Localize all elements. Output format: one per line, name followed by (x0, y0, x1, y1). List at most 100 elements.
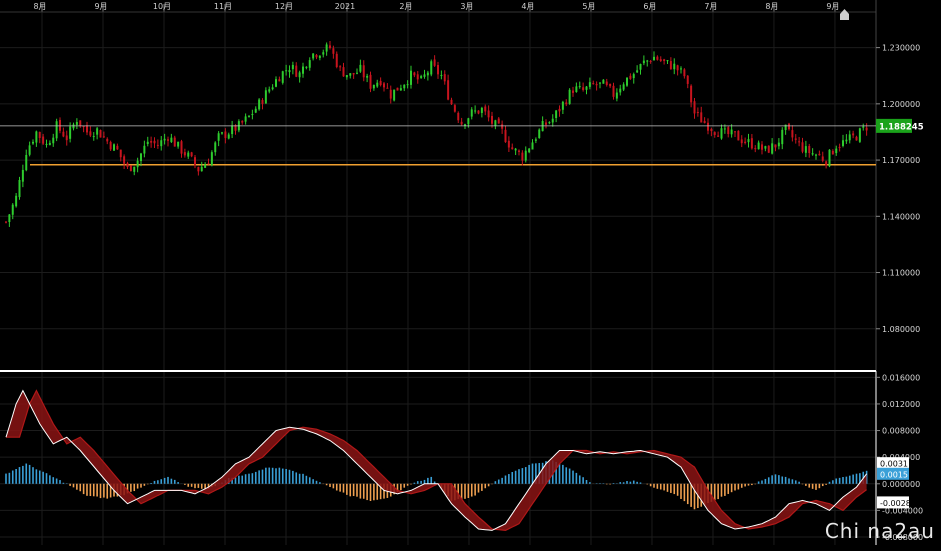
candle-body (52, 137, 55, 144)
candle-body (302, 66, 304, 74)
candle-body (383, 83, 385, 88)
value-badge-label: 0.0015 (880, 470, 908, 479)
candle-body (747, 139, 750, 143)
candle-body (852, 133, 855, 136)
y-tick-label: 1.110000 (882, 269, 920, 278)
candle-body (804, 146, 807, 153)
candle-body (453, 105, 456, 112)
candle-body (595, 84, 598, 86)
macd-tick-label: 0.008000 (882, 427, 920, 436)
candle-body (636, 70, 639, 73)
candle-body (275, 79, 277, 87)
candle-body (150, 141, 153, 143)
candle-body (359, 64, 362, 72)
candle-body (727, 127, 730, 135)
candle-body (433, 59, 436, 66)
candle-body (612, 85, 615, 97)
candle-body (680, 68, 682, 70)
candle-body (673, 63, 676, 70)
candle-body (349, 73, 352, 76)
candle-body (420, 76, 423, 78)
candle-body (342, 67, 345, 77)
candle-body (187, 152, 190, 157)
candle-body (578, 86, 581, 88)
scroll-marker[interactable] (840, 9, 849, 20)
candle-body (241, 120, 244, 123)
candle-body (666, 60, 669, 62)
candle-body (416, 74, 419, 80)
candle-body (231, 125, 234, 135)
candle-body (480, 107, 483, 113)
candle-body (129, 165, 132, 172)
candle-body (494, 120, 497, 126)
candle-body (389, 89, 392, 99)
candle-body (865, 127, 868, 131)
forex-chart[interactable]: 8月 9月 10月 11月 12月 2021 2月 3月 4月 5月 6月 7月 8月 9月 1.2300… (0, 0, 941, 547)
candle-body (605, 81, 608, 85)
candle-body (750, 138, 753, 149)
x-tick-label: 7月 (704, 2, 717, 11)
candle-body (258, 99, 261, 110)
candle-body (474, 110, 477, 112)
candle-body (21, 169, 24, 182)
candle-body (180, 141, 183, 154)
x-tick-label: 10月 (153, 2, 171, 11)
candle-body (55, 121, 58, 139)
candle-body (190, 152, 193, 157)
candle-body (369, 74, 372, 89)
candle-body (399, 88, 402, 91)
candle-body (632, 74, 635, 79)
x-tick-label: 6月 (643, 2, 656, 11)
scroll-marker-icon[interactable] (840, 9, 849, 20)
candle-body (393, 89, 396, 101)
candle-body (649, 61, 652, 63)
candle-body (113, 144, 115, 151)
candle-body (96, 128, 99, 135)
candle-body (831, 150, 834, 155)
chart-svg[interactable]: 8月 9月 10月 11月 12月 2021 2月 3月 4月 5月 6月 7月 8月 9月 1.2300… (0, 0, 941, 547)
macd-tick-label: 0.012000 (882, 400, 920, 409)
candle-body (426, 72, 429, 76)
candle-body (372, 84, 375, 89)
value-badge-label: -0.0028 (880, 499, 911, 508)
candle-body (771, 143, 774, 154)
candle-body (845, 139, 848, 142)
candle-body (639, 63, 642, 70)
candle-body (116, 145, 119, 150)
y-tick-label: 1.200000 (882, 100, 920, 109)
candle-body (821, 156, 824, 161)
candle-body (136, 160, 139, 168)
candle-body (848, 134, 851, 141)
candle-body (757, 142, 760, 150)
candle-body (65, 135, 68, 141)
candle-body (656, 56, 659, 60)
candle-body (693, 101, 696, 114)
candle-body (305, 66, 308, 68)
candle-body (271, 87, 274, 90)
candle-body (855, 136, 858, 141)
candle-body (801, 142, 804, 152)
value-badge-label: 0.0031 (880, 460, 908, 469)
candle-body (558, 108, 561, 112)
candle-body (511, 147, 514, 150)
candle-body (69, 126, 72, 139)
candle-body (315, 54, 318, 58)
candle-body (484, 106, 487, 112)
candle-body (534, 139, 537, 141)
candle-body (565, 102, 568, 105)
candle-body (582, 87, 585, 90)
candle-body (555, 110, 558, 119)
candle-body (79, 120, 82, 126)
candle-body (575, 86, 578, 93)
candle-body (663, 59, 666, 61)
candle-body (133, 166, 136, 172)
candle-body (278, 79, 281, 82)
candle-body (25, 154, 28, 171)
candle-body (828, 149, 831, 167)
candle-body (599, 82, 601, 84)
candle-body (207, 163, 210, 165)
candle-body (642, 60, 645, 64)
candle-body (254, 108, 257, 113)
candle-body (791, 130, 794, 138)
candle-body (491, 115, 493, 124)
